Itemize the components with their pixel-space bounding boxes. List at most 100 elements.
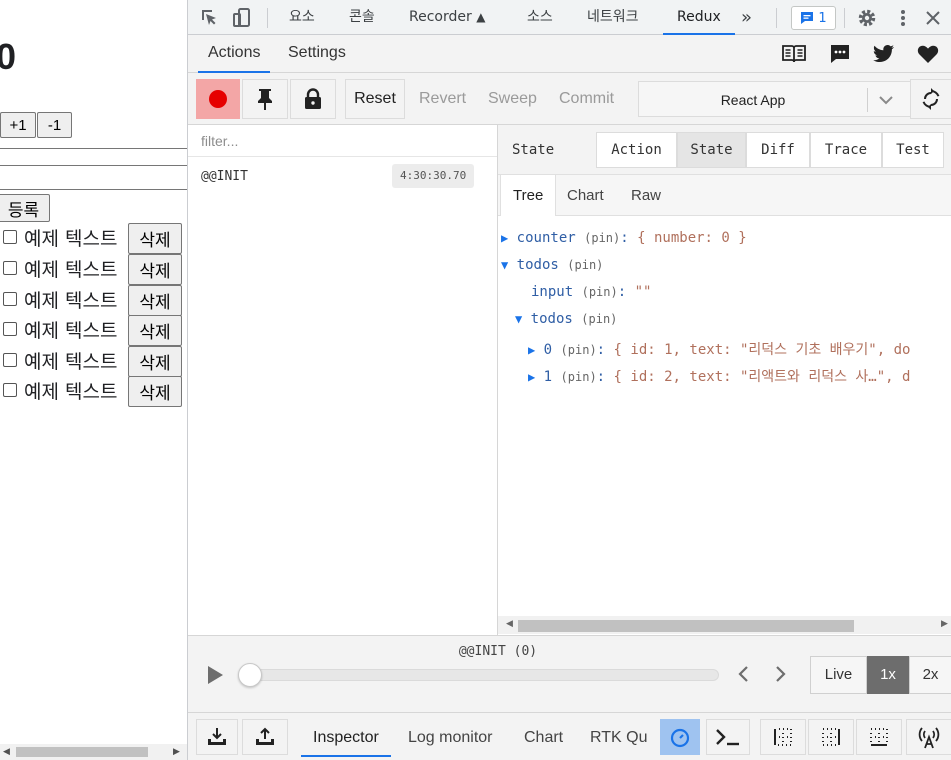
todo-input[interactable]: [0, 165, 187, 190]
todo-checkbox[interactable]: [3, 322, 17, 336]
todo-checkbox[interactable]: [3, 261, 17, 275]
scroll-left-icon[interactable]: ◀: [506, 619, 513, 629]
tab-inspector[interactable]: Inspector: [301, 713, 391, 760]
remote-button[interactable]: [906, 719, 951, 755]
tab-recorder[interactable]: Recorder ▲: [409, 0, 485, 35]
log-toggle-button[interactable]: [808, 719, 854, 755]
tab-rtk-query[interactable]: RTK Que: [590, 713, 648, 760]
tree-node-counter[interactable]: ▶ counter (pin): { number: 0 }: [501, 230, 747, 246]
commit-button[interactable]: Commit: [559, 79, 614, 119]
speed-1x-button[interactable]: 1x: [867, 656, 909, 694]
horizontal-scrollbar[interactable]: ◀ ▶: [0, 744, 187, 760]
tree-node-input[interactable]: input (pin): "": [531, 284, 651, 300]
tab-redux[interactable]: Redux: [663, 0, 735, 35]
view-tab-raw[interactable]: Raw: [631, 175, 661, 216]
todo-checkbox[interactable]: [3, 292, 17, 306]
delete-button[interactable]: 삭제: [128, 285, 182, 316]
reset-button[interactable]: Reset: [345, 79, 405, 119]
delete-button[interactable]: 삭제: [128, 315, 182, 346]
tree-node-todo-1[interactable]: ▶ 1 (pin): { id: 2, text: "리액트와 리덕스 사…",…: [528, 366, 910, 386]
tree-node-todos-list[interactable]: ▼ todos (pin): [515, 311, 617, 327]
book-icon[interactable]: [782, 43, 806, 65]
sync-button[interactable]: [910, 79, 951, 119]
state-horizontal-scrollbar[interactable]: ◀ ▶: [498, 616, 951, 634]
heart-icon[interactable]: [916, 43, 940, 65]
dispatcher-button[interactable]: [660, 719, 700, 755]
slider-toggle-button[interactable]: [760, 719, 806, 755]
step-back-icon[interactable]: [734, 664, 752, 684]
play-icon[interactable]: [204, 663, 226, 687]
inspect-element-icon[interactable]: [199, 7, 221, 29]
slider-knob[interactable]: [238, 663, 262, 687]
tree-pin[interactable]: (pin): [561, 343, 597, 357]
tree-pin[interactable]: (pin): [584, 231, 620, 245]
scrollbar-thumb[interactable]: [16, 747, 148, 757]
tab-sources[interactable]: 소스: [527, 0, 553, 35]
expand-arrow-icon[interactable]: ▶: [528, 343, 535, 357]
terminal-button[interactable]: [706, 719, 750, 755]
tree-pin[interactable]: (pin): [567, 258, 603, 272]
delete-button[interactable]: 삭제: [128, 223, 182, 254]
view-tab-chart[interactable]: Chart: [567, 175, 604, 216]
tree-pin[interactable]: (pin): [581, 312, 617, 326]
revert-button[interactable]: Revert: [419, 79, 466, 119]
instance-select[interactable]: React App: [638, 81, 915, 117]
view-tab-tree[interactable]: Tree: [500, 175, 557, 216]
record-button[interactable]: [196, 79, 240, 119]
export-button[interactable]: [242, 719, 288, 755]
tree-node-todo-0[interactable]: ▶ 0 (pin): { id: 1, text: "리덕스 기초 배우기", …: [528, 339, 910, 359]
tree-pin[interactable]: (pin): [582, 285, 618, 299]
scrollbar-thumb[interactable]: [518, 620, 854, 632]
tab-settings[interactable]: Settings: [288, 35, 346, 73]
speed-live-button[interactable]: Live: [810, 656, 867, 694]
mode-trace-button[interactable]: Trace: [810, 132, 882, 168]
todo-checkbox[interactable]: [3, 230, 17, 244]
collapse-arrow-icon[interactable]: ▼: [515, 312, 522, 326]
inspector-toggle-button[interactable]: [856, 719, 902, 755]
slider-track[interactable]: [240, 669, 719, 681]
device-toolbar-icon[interactable]: [231, 7, 253, 29]
todo-checkbox[interactable]: [3, 353, 17, 367]
settings-gear-icon[interactable]: [856, 7, 878, 29]
mode-diff-button[interactable]: Diff: [746, 132, 810, 168]
mode-state-button[interactable]: State: [677, 132, 746, 168]
chat-icon[interactable]: [828, 43, 852, 65]
todo-checkbox[interactable]: [3, 383, 17, 397]
tab-elements[interactable]: 요소: [289, 0, 315, 35]
tree-node-todos[interactable]: ▼ todos (pin): [501, 257, 603, 273]
pin-button[interactable]: [242, 79, 288, 119]
delete-button[interactable]: 삭제: [128, 346, 182, 377]
tab-actions[interactable]: Actions: [197, 35, 272, 73]
twitter-icon[interactable]: [872, 43, 896, 65]
delete-button[interactable]: 삭제: [128, 254, 182, 285]
tab-console[interactable]: 콘솔: [349, 0, 375, 35]
tab-network[interactable]: 네트워크: [587, 0, 639, 35]
scroll-left-icon[interactable]: ◀: [3, 747, 10, 757]
expand-arrow-icon[interactable]: ▶: [528, 370, 535, 384]
decrement-button[interactable]: -1: [37, 112, 72, 138]
expand-arrow-icon[interactable]: ▶: [501, 231, 508, 245]
more-options-icon[interactable]: [892, 7, 914, 29]
scroll-right-icon[interactable]: ▶: [173, 747, 180, 757]
scroll-right-icon[interactable]: ▶: [941, 619, 948, 629]
tab-chart[interactable]: Chart: [524, 713, 563, 760]
issues-badge[interactable]: 1: [791, 6, 836, 30]
delete-button[interactable]: 삭제: [128, 376, 182, 407]
tab-log-monitor[interactable]: Log monitor: [408, 713, 493, 760]
import-button[interactable]: [196, 719, 238, 755]
tree-pin[interactable]: (pin): [561, 370, 597, 384]
todo-item: 예제 텍스트 삭제: [0, 315, 187, 346]
sweep-button[interactable]: Sweep: [488, 79, 537, 119]
action-list-item[interactable]: @@INIT 4:30:30.70: [188, 163, 497, 191]
filter-input[interactable]: filter...: [188, 125, 497, 157]
lock-button[interactable]: [290, 79, 336, 119]
mode-action-button[interactable]: Action: [596, 132, 677, 168]
close-icon[interactable]: [922, 7, 944, 29]
step-forward-icon[interactable]: [772, 664, 790, 684]
mode-test-button[interactable]: Test: [882, 132, 944, 168]
increment-button[interactable]: +1: [0, 112, 36, 138]
register-button[interactable]: 등록: [0, 194, 50, 222]
speed-2x-button[interactable]: 2x: [909, 656, 951, 694]
collapse-arrow-icon[interactable]: ▼: [501, 258, 508, 272]
more-tabs-button[interactable]: »: [741, 0, 752, 35]
